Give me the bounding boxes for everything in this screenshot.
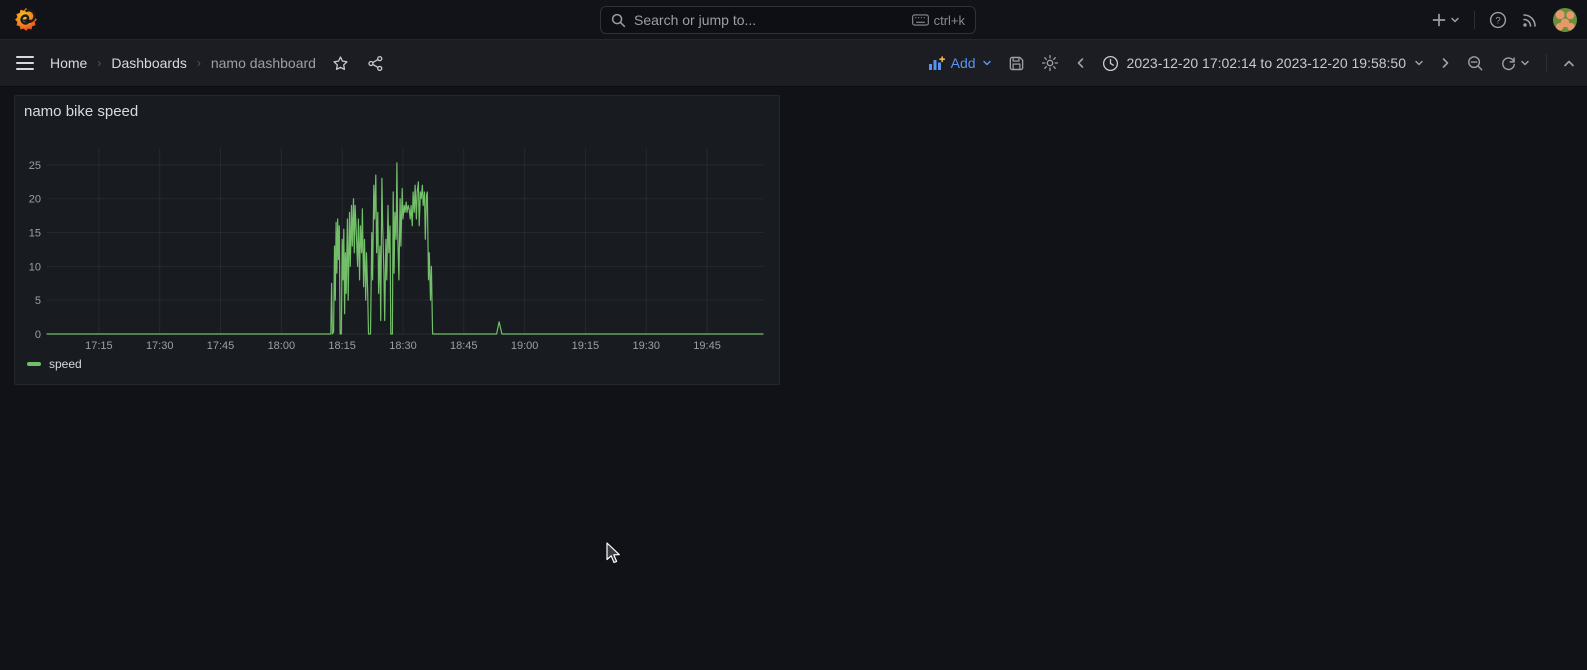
search-input[interactable]: Search or jump to... ctrl+k [600, 6, 976, 34]
chevron-right-icon [1442, 58, 1449, 68]
mega-menu-toggle[interactable] [16, 56, 34, 70]
toolbar-right-actions: Add 2023-12-20 17:02:14 to 2023-12-20 19… [928, 54, 1575, 72]
y-axis-tick-label: 15 [29, 228, 41, 240]
time-shift-forward-button[interactable] [1440, 57, 1451, 69]
x-axis-tick-label: 18:00 [268, 340, 296, 352]
topbar-actions: ? [1431, 0, 1577, 40]
news-button[interactable] [1521, 11, 1539, 29]
x-axis-tick-label: 19:00 [511, 340, 539, 352]
search-icon [611, 13, 626, 27]
breadcrumb-separator: › [97, 56, 102, 70]
dashboard-settings-button[interactable] [1041, 54, 1059, 72]
chevron-down-icon [1415, 60, 1423, 66]
search-shortcut: ctrl+k [911, 12, 965, 28]
save-icon [1009, 56, 1023, 70]
panel-namo-bike-speed: 17:15 17:30 17:45 18:00 18:15 18:30 18:45 19:00… [14, 95, 780, 385]
zoom-out-time-button[interactable] [1467, 55, 1484, 72]
time-range-label: 2023-12-20 17:02:14 to 2023-12-20 19:58:… [1126, 55, 1406, 71]
legend-item-speed[interactable]: speed [27, 357, 82, 371]
help-button[interactable]: ? [1489, 11, 1507, 29]
add-panel-button[interactable]: Add [928, 55, 992, 71]
dashboard-toolbar: Home › Dashboards › namo dashboard Add 2… [0, 40, 1587, 87]
y-axis-tick-label: 5 [35, 295, 41, 307]
mouse-cursor [606, 542, 620, 564]
user-avatar[interactable] [1553, 8, 1577, 32]
refresh-button[interactable] [1500, 55, 1530, 72]
zoom-out-icon [1468, 55, 1483, 70]
search-placeholder: Search or jump to... [634, 12, 757, 28]
x-axis-tick-label: 19:30 [632, 340, 660, 352]
y-axis-tick-label: 0 [35, 329, 41, 341]
share-button[interactable] [367, 55, 384, 72]
toolbar-divider [1546, 54, 1547, 72]
time-range-picker[interactable]: 2023-12-20 17:02:14 to 2023-12-20 19:58:… [1102, 55, 1424, 72]
favorite-star-button[interactable] [332, 55, 349, 72]
grafana-logo-icon [15, 8, 37, 31]
top-navigation-bar: Search or jump to... ctrl+k ? [0, 0, 1587, 40]
x-axis-tick-label: 17:15 [85, 340, 113, 352]
legend-swatch [27, 362, 41, 366]
dashboard-quick-actions [332, 55, 384, 72]
caret-up-icon [1564, 60, 1574, 66]
y-axis-tick-label: 25 [29, 160, 41, 172]
add-panel-label: Add [950, 55, 976, 71]
topbar-divider [1474, 11, 1475, 29]
dashboard-canvas: 17:15 17:30 17:45 18:00 18:15 18:30 18:45 19:00… [0, 87, 1587, 669]
time-shift-back-button[interactable] [1075, 57, 1086, 69]
clock-icon [1102, 55, 1118, 71]
x-axis-tick-label: 19:45 [693, 340, 721, 352]
x-axis-tick-label: 18:45 [450, 340, 478, 352]
breadcrumb-home[interactable]: Home [50, 55, 87, 71]
breadcrumb-dashboards[interactable]: Dashboards [111, 55, 187, 71]
svg-text:?: ? [1495, 16, 1500, 27]
panel-title[interactable]: namo bike speed [24, 103, 138, 120]
chevron-down-icon [982, 60, 991, 66]
star-icon [333, 55, 348, 70]
grafana-logo[interactable] [12, 6, 40, 34]
gear-icon [1041, 54, 1058, 72]
time-series-chart[interactable]: 17:15 17:30 17:45 18:00 18:15 18:30 18:45 19:00… [15, 96, 779, 384]
breadcrumb-separator: › [196, 56, 201, 70]
breadcrumb-current-dashboard: namo dashboard [210, 55, 316, 71]
keyboard-icon [911, 14, 929, 26]
x-axis-tick-label: 17:45 [207, 340, 235, 352]
question-circle-icon: ? [1489, 11, 1507, 29]
new-menu-button[interactable] [1431, 12, 1460, 28]
rss-icon [1523, 14, 1536, 27]
breadcrumb: Home › Dashboards › namo dashboard [50, 55, 316, 71]
x-axis-tick-label: 18:30 [389, 340, 417, 352]
collapse-toolbar-button[interactable] [1563, 58, 1575, 69]
x-axis-tick-label: 18:15 [328, 340, 356, 352]
refresh-interval-chevron-icon [1521, 60, 1529, 66]
chevron-down-icon [1451, 17, 1459, 23]
legend-label: speed [49, 357, 82, 371]
search-shortcut-label: ctrl+k [933, 12, 965, 28]
share-icon [368, 55, 383, 71]
x-axis-tick-label: 17:30 [146, 340, 174, 352]
plus-icon [1432, 13, 1446, 27]
x-axis-tick-label: 19:15 [572, 340, 600, 352]
chevron-left-icon [1077, 58, 1083, 68]
refresh-icon [1502, 56, 1515, 70]
y-axis-tick-label: 20 [29, 194, 41, 206]
series-line-speed [46, 162, 764, 335]
save-dashboard-button[interactable] [1008, 55, 1025, 72]
y-axis-tick-label: 10 [29, 261, 41, 273]
add-panel-icon [928, 55, 945, 70]
